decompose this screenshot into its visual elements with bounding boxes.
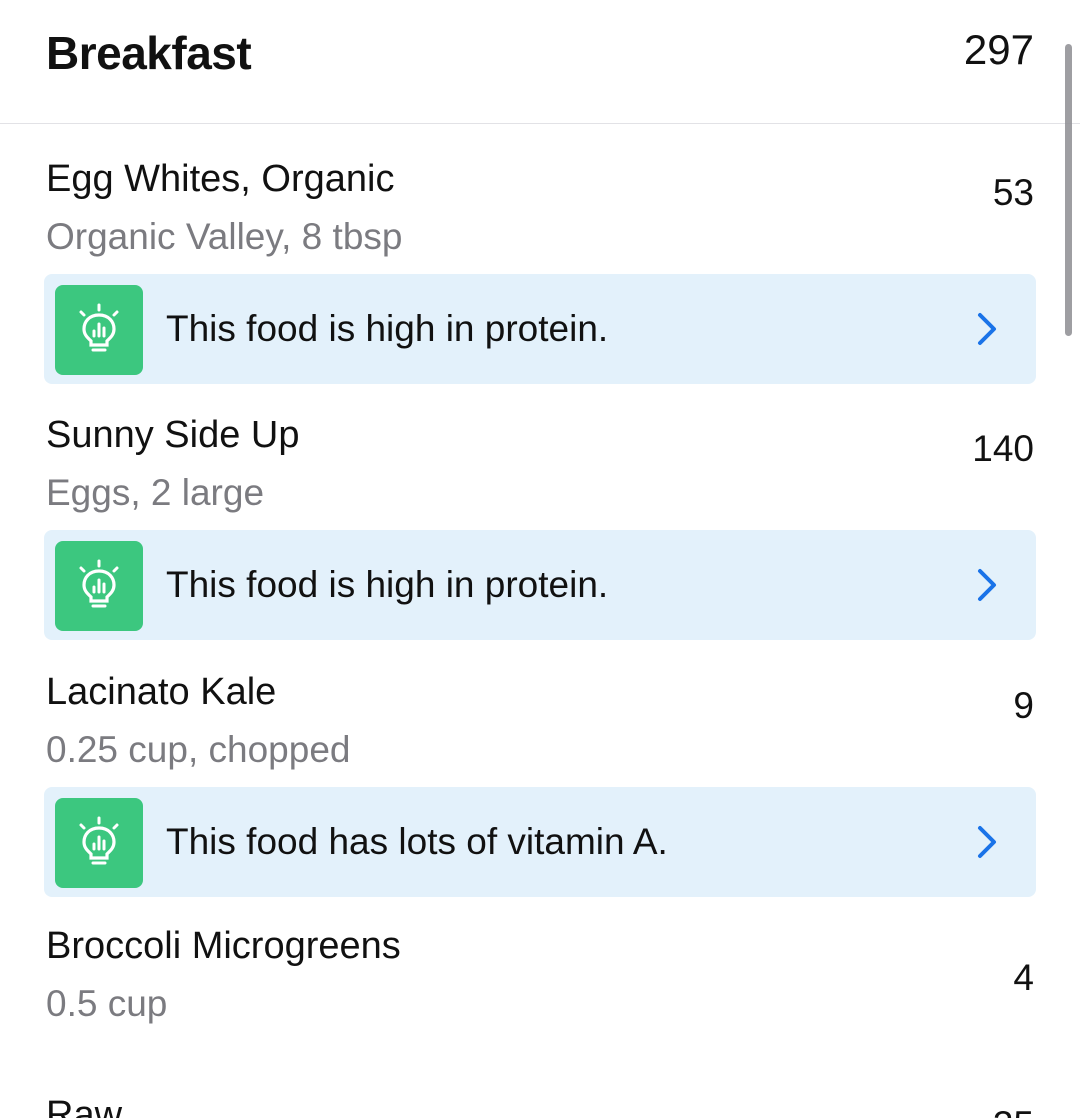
food-item[interactable]: Sunny Side Up Eggs, 2 large 140 This foo… — [0, 414, 1080, 644]
insight-text: This food has lots of vitamin A. — [166, 821, 668, 862]
food-insight-banner[interactable]: This food has lots of vitamin A. — [44, 787, 1036, 897]
food-calories: 4 — [1013, 957, 1034, 998]
food-insight-banner[interactable]: This food is high in protein. — [44, 274, 1036, 384]
chevron-right-icon — [978, 569, 996, 601]
food-name: Lacinato Kale — [46, 671, 277, 713]
meal-title: Breakfast — [46, 27, 252, 79]
insight-text: This food is high in protein. — [166, 308, 609, 349]
lightbulb-chart-icon — [55, 541, 143, 631]
food-name-partial[interactable]: Raw — [46, 1094, 122, 1118]
lightbulb-chart-icon — [55, 798, 143, 888]
food-name: Sunny Side Up — [46, 414, 300, 456]
food-calories: 9 — [1013, 685, 1034, 726]
scrollbar[interactable] — [1065, 44, 1072, 336]
chevron-right-icon — [978, 826, 996, 858]
food-item[interactable]: Lacinato Kale 0.25 cup, chopped 9 This f… — [0, 671, 1080, 901]
food-item[interactable]: Egg Whites, Organic Organic Valley, 8 tb… — [0, 158, 1080, 388]
food-calories-partial: 35 — [993, 1104, 1034, 1118]
meal-header: Breakfast 297 — [0, 0, 1080, 124]
food-detail: Organic Valley, 8 tbsp — [46, 216, 403, 257]
food-name: Broccoli Microgreens — [46, 925, 401, 967]
chevron-right-icon — [978, 313, 996, 345]
food-insight-banner[interactable]: This food is high in protein. — [44, 530, 1036, 640]
food-name: Egg Whites, Organic — [46, 158, 395, 200]
food-detail: 0.5 cup — [46, 983, 168, 1024]
insight-text: This food is high in protein. — [166, 564, 609, 605]
food-item[interactable]: Broccoli Microgreens 0.5 cup 4 — [0, 925, 1080, 1045]
meal-detail-screen: Breakfast 297 Egg Whites, Organic Organi… — [0, 0, 1080, 1118]
lightbulb-chart-icon — [55, 285, 143, 375]
food-calories: 53 — [992, 172, 1034, 213]
food-detail: Eggs, 2 large — [46, 472, 265, 513]
food-calories: 140 — [972, 428, 1034, 469]
food-detail: 0.25 cup, chopped — [46, 729, 351, 770]
meal-total-calories: 297 — [963, 26, 1034, 73]
